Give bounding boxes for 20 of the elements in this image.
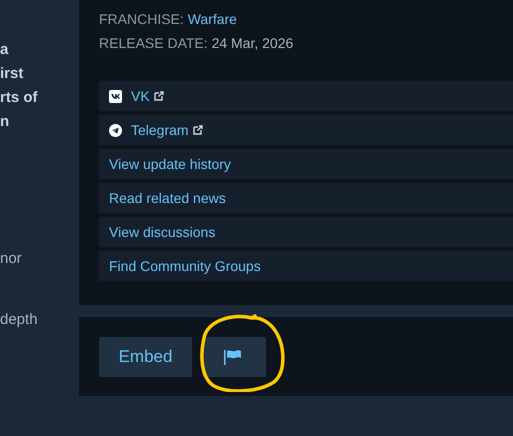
link-item[interactable]: View discussions: [99, 217, 513, 247]
link-item[interactable]: View update history: [99, 149, 513, 179]
detail-label: RELEASE DATE:: [99, 35, 209, 51]
description-text: n: [0, 112, 10, 132]
paper-plane-icon: [109, 124, 122, 136]
description-text: nor: [0, 249, 22, 269]
report-button[interactable]: [202, 336, 266, 376]
description-text: irst: [0, 64, 24, 84]
description-text: a: [0, 40, 8, 60]
embed-button[interactable]: Embed: [99, 336, 192, 376]
description-text: rts of: [0, 88, 38, 108]
link-item[interactable]: Read related news: [99, 183, 513, 213]
detail-link[interactable]: Warfare: [188, 11, 237, 27]
description-text: depth: [0, 310, 38, 330]
link-item[interactable]: Telegram: [99, 115, 513, 145]
link-item[interactable]: VK: [99, 81, 513, 111]
link-item[interactable]: Find Community Groups: [99, 251, 513, 281]
detail-value: 24 Mar, 2026: [212, 35, 294, 51]
detail-label: FRANCHISE:: [99, 11, 185, 27]
vk-logo-icon: [109, 90, 122, 102]
